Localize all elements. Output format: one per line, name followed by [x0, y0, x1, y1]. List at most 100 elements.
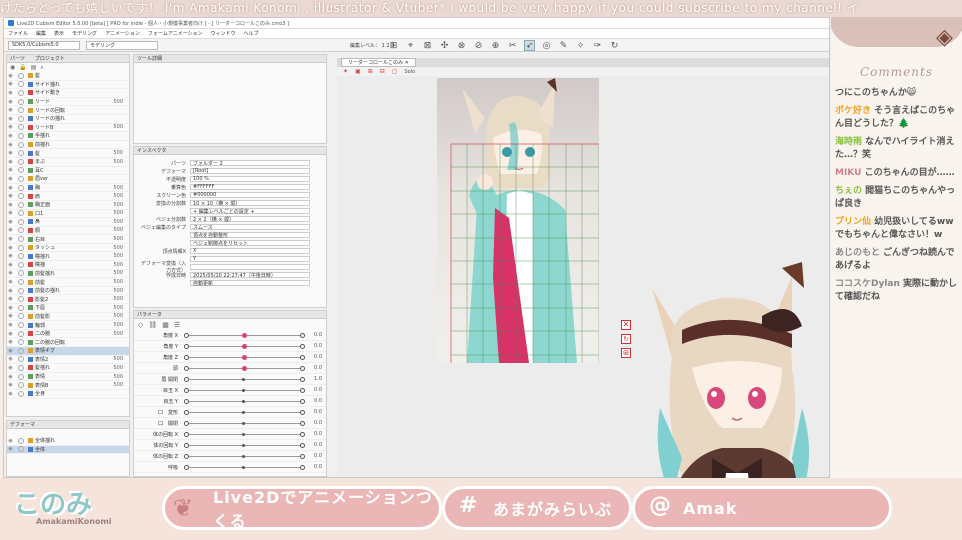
eye-icon[interactable]: ◉ [7, 150, 14, 156]
eye-icon[interactable]: ◉ [7, 438, 14, 444]
search-icon[interactable]: ⌕ [40, 64, 43, 72]
eye-icon[interactable]: ◉ [7, 382, 14, 388]
menu-modeling[interactable]: モデリング [72, 30, 97, 37]
eye-icon[interactable]: ◉ [7, 322, 14, 328]
grid-icon[interactable]: ▦ [162, 321, 169, 329]
slider-max-knob[interactable] [300, 399, 305, 404]
part-row[interactable]: ◉ まぶ 500 [7, 158, 129, 167]
field-input[interactable]: 100 % [190, 176, 310, 182]
eye-icon[interactable]: ◉ [7, 142, 14, 148]
eye-icon[interactable]: ◉ [7, 73, 14, 79]
visibility-circle-icon[interactable] [18, 446, 24, 453]
visibility-circle-icon[interactable] [18, 175, 24, 182]
part-row[interactable]: ◉ 肩 500 [7, 192, 129, 201]
parameter-row[interactable]: 角度 Y 0.0 [134, 341, 326, 352]
visibility-circle-icon[interactable] [18, 390, 24, 397]
part-row[interactable]: ◉ 髪揺れ 500 [7, 364, 129, 373]
lasso-icon[interactable]: ◎ [541, 40, 552, 51]
parameter-row[interactable]: 口 変形 0.0 [134, 407, 326, 418]
part-row[interactable]: ◉ 耳C [7, 167, 129, 176]
eye-icon[interactable]: ◉ [7, 288, 14, 294]
slider-min-knob[interactable] [184, 388, 189, 393]
eye-icon[interactable]: ◉ [7, 262, 14, 268]
eye-icon[interactable]: ◉ [7, 81, 14, 87]
part-row[interactable]: ◉ 胸 500 [7, 184, 129, 193]
eye-icon[interactable]: ◉ [7, 245, 14, 251]
warp-deformer-icon[interactable]: ⊠ [422, 40, 433, 51]
slider-min-knob[interactable] [184, 366, 189, 371]
part-row[interactable]: ◉ 表情2 500 [7, 356, 129, 365]
parameter-row[interactable]: 目玉 X 0.0 [134, 385, 326, 396]
visibility-circle-icon[interactable] [18, 98, 24, 105]
eye-icon[interactable]: ◉ [7, 116, 14, 122]
slider-max-knob[interactable] [300, 454, 305, 459]
part-row[interactable]: ◉ リードB 500 [7, 124, 129, 133]
slider-min-knob[interactable] [184, 421, 189, 426]
visibility-circle-icon[interactable] [18, 201, 24, 208]
menu-animation[interactable]: アニメーション [105, 30, 140, 37]
visibility-circle-icon[interactable] [18, 141, 24, 148]
part-row[interactable]: ◉ 髪 500 [7, 149, 129, 158]
slider-max-knob[interactable] [300, 410, 305, 415]
canvas-tool-icon[interactable]: ⊞ [368, 68, 373, 75]
part-row[interactable]: ◉ 髪 [7, 72, 129, 81]
part-row[interactable]: ◉ 前揺れ [7, 141, 129, 150]
eye-icon[interactable]: ◉ [7, 167, 14, 173]
field-input[interactable]: 2025/05/10 22:27:47（午後日時） [190, 272, 310, 279]
field-input[interactable]: #000000 [190, 192, 310, 198]
eyedropper-icon[interactable]: ✑ [592, 40, 603, 51]
visibility-circle-icon[interactable] [18, 193, 24, 200]
part-row[interactable]: ◉ 胸正面 500 [7, 201, 129, 210]
canvas-tool-icon[interactable]: ▣ [355, 68, 361, 75]
slider-current-knob[interactable] [242, 466, 245, 469]
slider-min-knob[interactable] [184, 432, 189, 437]
slider-current-knob[interactable] [242, 433, 245, 436]
slider-current-knob[interactable] [242, 333, 247, 338]
part-row[interactable]: ◉ 口1 500 [7, 210, 129, 219]
part-row[interactable]: ◉ 鼻 500 [7, 218, 129, 227]
mode-select[interactable]: モデリング [86, 40, 158, 50]
parameter-row[interactable]: 体の回転 Y 0.0 [134, 440, 326, 451]
part-row[interactable]: ◉ 瞳揺 500 [7, 261, 129, 270]
slider-min-knob[interactable] [184, 454, 189, 459]
parameter-slider[interactable] [188, 423, 302, 424]
slider-max-knob[interactable] [300, 355, 305, 360]
slider-min-knob[interactable] [184, 377, 189, 382]
redo-icon[interactable]: ↻ [609, 40, 620, 51]
profile-select[interactable]: SDK5.0/Cubism5.0 [8, 40, 80, 50]
parameter-slider[interactable] [188, 401, 302, 402]
eye-icon[interactable]: ◉ [7, 185, 14, 191]
eye-icon[interactable]: ◉ [7, 305, 14, 311]
parameter-slider[interactable] [188, 445, 302, 446]
visibility-circle-icon[interactable] [18, 227, 24, 234]
menu-view[interactable]: 表示 [54, 30, 64, 37]
canvas-tool-icon[interactable]: ▢ [392, 68, 398, 75]
parameter-slider[interactable] [188, 467, 302, 468]
visibility-circle-icon[interactable] [18, 115, 24, 122]
edit-level-1[interactable]: 1 [382, 43, 385, 49]
tab-project[interactable]: プロジェクト [35, 55, 65, 62]
eye-icon[interactable]: ◉ [7, 227, 14, 233]
eye-icon[interactable]: ◉ [7, 446, 14, 452]
slider-min-knob[interactable] [184, 333, 189, 338]
menu-file[interactable]: ファイル [8, 30, 28, 37]
part-row[interactable]: ◉ 影髪2 500 [7, 295, 129, 305]
field-input[interactable]: [Root] [190, 168, 310, 174]
visibility-circle-icon[interactable] [18, 382, 24, 389]
visibility-circle-icon[interactable] [18, 236, 24, 243]
link-icon[interactable]: ⛓ [148, 321, 157, 329]
part-row[interactable]: ◉ タッシュ 500 [7, 244, 129, 253]
canvas-tool-icon[interactable]: ⊟ [380, 68, 385, 75]
slider-min-knob[interactable] [184, 355, 189, 360]
part-row[interactable]: ◉ リード 500 [7, 98, 129, 107]
parameter-row[interactable]: 呼吸 0.0 [134, 462, 326, 473]
part-row[interactable]: ◉ 全身 [7, 390, 129, 399]
tab-parts[interactable]: パーツ [10, 55, 25, 62]
eye-icon[interactable]: ◉ [7, 356, 14, 362]
slider-min-knob[interactable] [184, 410, 189, 415]
visibility-circle-icon[interactable] [18, 373, 24, 380]
slider-current-knob[interactable] [242, 455, 245, 458]
eye-icon[interactable]: ◉ [7, 176, 14, 182]
parameter-row[interactable]: 体の回転 X 0.0 [134, 429, 326, 440]
visibility-circle-icon[interactable] [18, 347, 24, 354]
